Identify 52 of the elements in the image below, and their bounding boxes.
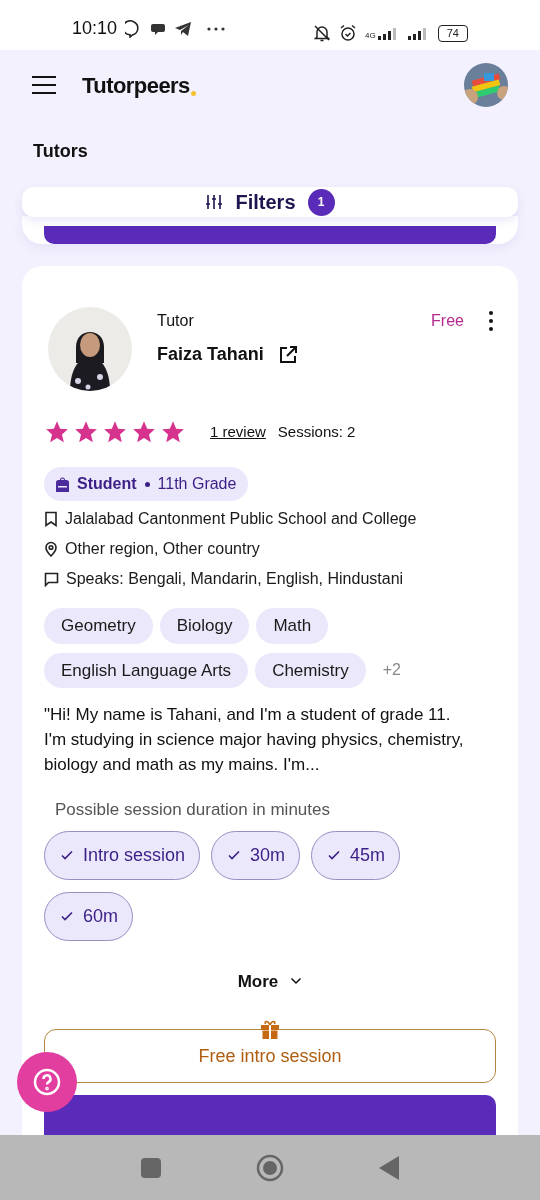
filters-button[interactable]: Filters 1 bbox=[22, 187, 518, 217]
menu-icon[interactable] bbox=[32, 76, 56, 94]
muted-bell-icon bbox=[313, 24, 332, 42]
network-type: 4G bbox=[365, 32, 376, 40]
chevron-down-icon bbox=[290, 977, 303, 986]
duration-chip[interactable]: 60m bbox=[44, 891, 133, 941]
price-label: Free bbox=[431, 311, 464, 331]
role-label: Tutor bbox=[157, 311, 194, 331]
star-icon bbox=[73, 419, 99, 445]
duration-label: Possible session duration in minutes bbox=[55, 799, 331, 821]
duration-chip[interactable]: Intro session bbox=[44, 830, 201, 880]
message-icon bbox=[151, 21, 168, 36]
sliders-icon bbox=[205, 194, 224, 210]
recent-apps-icon[interactable] bbox=[141, 1157, 161, 1178]
star-icon bbox=[131, 419, 157, 445]
star-icon bbox=[102, 419, 128, 445]
more-button[interactable]: More bbox=[237, 968, 303, 994]
backpack-icon bbox=[56, 476, 69, 492]
level-badge: Student 11th Grade bbox=[44, 467, 249, 501]
subject-tag: Biology bbox=[159, 608, 250, 644]
duration-chip[interactable]: 30m bbox=[211, 830, 301, 880]
status-time: 10:10 bbox=[72, 17, 118, 40]
external-link-icon[interactable] bbox=[277, 344, 298, 365]
more-notifications-icon bbox=[207, 26, 226, 31]
battery-indicator: 74 bbox=[437, 24, 468, 42]
detail-text: Speaks: Bengali, Mandarin, English, Hindustani bbox=[66, 569, 404, 589]
subject-tag: Geometry bbox=[44, 608, 153, 644]
tutor-bio: "Hi! My name is Tahani, and I'm a student of grade 11. I'm studying in science major having physics, chemistry, biology and math as my mains. I'm... bbox=[44, 704, 465, 776]
subject-tag: Math bbox=[256, 608, 329, 644]
detail-text: Jalalabad Cantonment Public School and College bbox=[65, 509, 417, 529]
filter-count-badge: 1 bbox=[307, 188, 335, 216]
reviews-link[interactable]: 1 review bbox=[210, 420, 266, 444]
star-icon bbox=[160, 419, 186, 445]
send-icon bbox=[175, 21, 192, 36]
home-icon[interactable] bbox=[256, 1153, 284, 1182]
logo[interactable]: Tutorpeers bbox=[82, 68, 190, 102]
subject-tag: English Language Arts bbox=[44, 652, 249, 688]
duration-chip[interactable]: 45m bbox=[311, 830, 401, 880]
page-title: Tutors bbox=[32, 140, 89, 163]
detail-text: Other region, Other country bbox=[65, 539, 260, 559]
gift-icon bbox=[261, 1020, 279, 1039]
speech-bubble-icon bbox=[44, 571, 59, 587]
subject-tag: Chemistry bbox=[255, 652, 366, 688]
bookmark-icon bbox=[44, 511, 58, 527]
sessions-count: Sessions: 2 bbox=[277, 421, 356, 442]
help-icon bbox=[32, 1067, 62, 1097]
star-icon bbox=[44, 419, 70, 445]
back-icon[interactable] bbox=[379, 1155, 399, 1180]
location-pin-icon bbox=[44, 541, 58, 557]
more-subjects-count: +2 bbox=[382, 660, 401, 681]
alarm-clock-icon bbox=[339, 24, 358, 42]
tutor-name: Faiza Tahani bbox=[157, 343, 264, 366]
